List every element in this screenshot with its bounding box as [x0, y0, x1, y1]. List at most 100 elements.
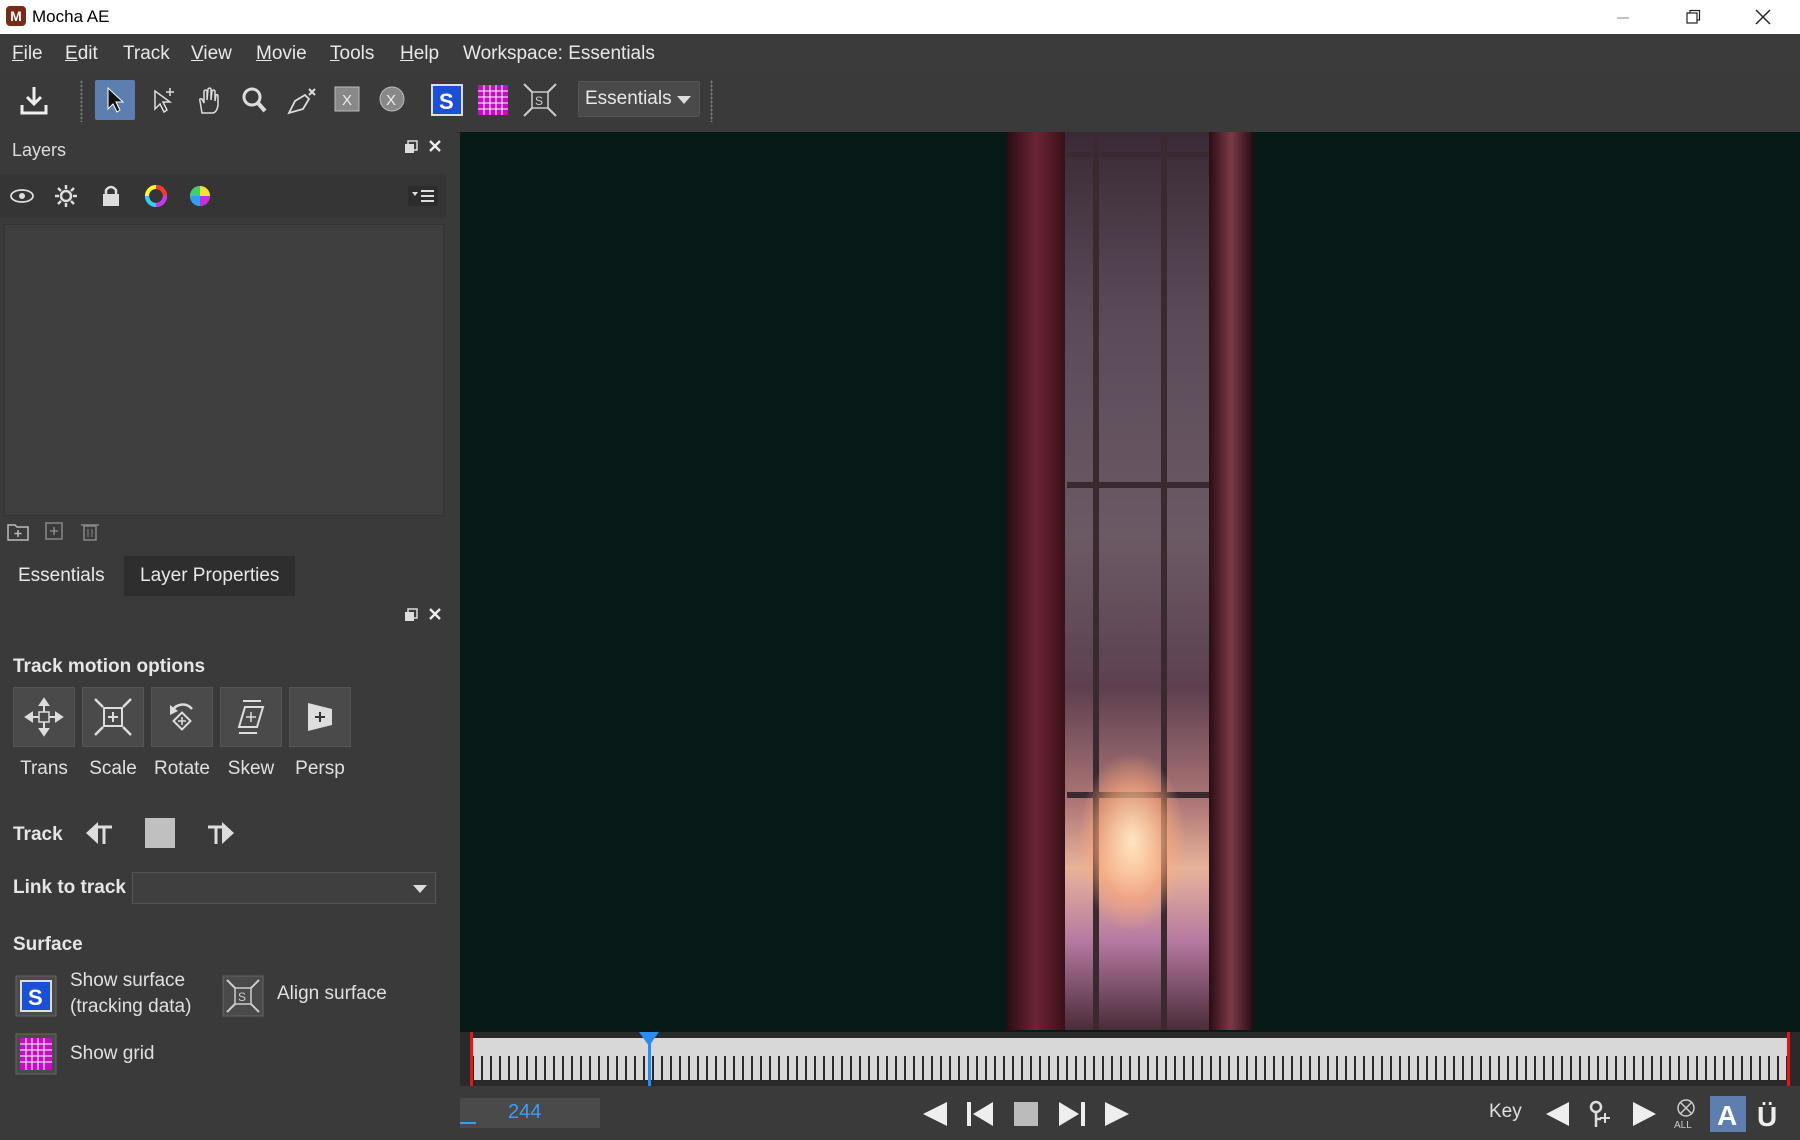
menu-movie[interactable]: Movie — [256, 43, 307, 65]
x-spline-tool-button[interactable]: X — [328, 80, 368, 120]
key-icon — [1589, 1100, 1610, 1127]
trans-label: Trans — [20, 758, 68, 779]
svg-text:S: S — [28, 985, 43, 1010]
frame-number-field[interactable]: 244 — [460, 1098, 600, 1128]
play-forward-button[interactable] — [1098, 1096, 1134, 1132]
persp-motion-button[interactable] — [289, 687, 351, 747]
timeline[interactable] — [460, 1032, 1800, 1086]
show-grid-button[interactable] — [14, 1032, 58, 1076]
link-to-track-select[interactable] — [132, 872, 436, 904]
select-add-tool-button[interactable] — [143, 80, 183, 120]
next-key-button[interactable] — [1626, 1096, 1662, 1132]
workspace-dropdown-value: Essentials — [585, 88, 672, 109]
gear-icon[interactable] — [54, 184, 78, 208]
tab-essentials[interactable]: Essentials — [2, 556, 121, 596]
menu-edit[interactable]: Edit — [65, 43, 98, 65]
out-point-marker[interactable] — [1787, 1032, 1790, 1086]
lock-icon[interactable] — [100, 184, 122, 208]
track-forward-icon[interactable] — [206, 818, 236, 848]
trans-motion-button[interactable] — [13, 687, 75, 747]
skew-label: Skew — [227, 758, 275, 779]
rotate-motion-button[interactable] — [151, 687, 213, 747]
rotate-label: Rotate — [154, 758, 210, 779]
zoom-tool-button[interactable] — [234, 80, 274, 120]
show-surface-toggle[interactable]: S — [427, 80, 467, 120]
align-surface-label: Align surface — [277, 983, 387, 1004]
new-folder-icon[interactable] — [6, 520, 30, 542]
float-panel-button[interactable] — [404, 608, 418, 627]
zoom-tool-icon — [242, 87, 267, 113]
chevron-down-icon — [413, 885, 427, 893]
track-backward-icon[interactable] — [84, 818, 114, 848]
prev-key-icon — [1546, 1102, 1569, 1126]
title-bar: M Mocha AE — [0, 0, 1800, 34]
in-point-marker[interactable] — [470, 1032, 473, 1086]
close-panel-button[interactable] — [427, 606, 443, 627]
close-panel-button[interactable] — [427, 138, 443, 159]
scale-motion-button[interactable] — [82, 687, 144, 747]
prev-key-button[interactable] — [1540, 1096, 1576, 1132]
play-backward-button[interactable] — [918, 1096, 954, 1132]
show-surface-button[interactable]: S — [14, 974, 58, 1018]
stop-button[interactable] — [1008, 1096, 1044, 1132]
viewer-canvas[interactable] — [460, 132, 1800, 1032]
float-icon — [405, 140, 418, 153]
scale-icon — [94, 698, 132, 736]
menu-file[interactable]: File — [12, 43, 43, 65]
play-forward-icon — [1105, 1102, 1129, 1126]
delete-all-keys-button[interactable]: ALL — [1668, 1096, 1704, 1132]
new-layer-icon[interactable] — [43, 520, 65, 542]
align-surface-button[interactable]: S — [221, 974, 265, 1018]
stop-track-button[interactable] — [145, 818, 175, 848]
color-wheel-icon[interactable] — [188, 184, 212, 208]
layers-toolbar — [0, 174, 446, 218]
hand-tool-button[interactable] — [188, 80, 228, 120]
close-window-button[interactable] — [1728, 0, 1798, 34]
skew-motion-button[interactable] — [220, 687, 282, 747]
close-icon — [429, 608, 441, 620]
menu-view[interactable]: View — [191, 43, 232, 65]
menu-track[interactable]: Track — [123, 43, 170, 65]
trash-icon[interactable] — [79, 520, 101, 542]
select-tool-button[interactable] — [95, 80, 135, 120]
persp-label: Persp — [295, 758, 345, 779]
minimize-button[interactable] — [1588, 0, 1658, 34]
step-forward-icon — [1059, 1102, 1085, 1126]
svg-text:S: S — [535, 94, 543, 108]
color-ring-icon[interactable] — [144, 184, 168, 208]
bezier-tool-button[interactable]: X — [373, 80, 413, 120]
align-surface-button[interactable]: S — [520, 80, 560, 120]
menu-workspace[interactable]: Workspace: Essentials — [463, 43, 655, 65]
perspective-icon — [308, 703, 332, 731]
update-key-button[interactable]: Ü — [1750, 1096, 1786, 1132]
menu-tools[interactable]: Tools — [330, 43, 374, 65]
video-frame — [1007, 132, 1253, 1030]
surface-toggle-icon: S — [431, 84, 463, 116]
scale-label: Scale — [89, 758, 137, 779]
float-panel-button[interactable] — [404, 140, 418, 159]
restore-button[interactable] — [1658, 0, 1728, 34]
playhead-handle[interactable] — [639, 1032, 659, 1046]
save-button[interactable] — [14, 80, 54, 120]
step-forward-button[interactable] — [1054, 1096, 1090, 1132]
auto-key-toggle[interactable]: A — [1710, 1096, 1746, 1132]
show-surface-sublabel: (tracking data) — [70, 996, 192, 1017]
show-grid-toggle[interactable] — [473, 80, 513, 120]
pen-tool-button[interactable] — [282, 80, 322, 120]
menu-help[interactable]: Help — [400, 43, 439, 65]
workspace-dropdown[interactable]: Essentials — [578, 81, 700, 117]
show-grid-label: Show grid — [70, 1043, 155, 1064]
step-backward-button[interactable] — [962, 1096, 998, 1132]
tab-layer-properties[interactable]: Layer Properties — [124, 556, 296, 596]
restore-icon — [1686, 9, 1701, 24]
layers-list[interactable] — [4, 224, 444, 516]
update-key-icon: Ü — [1757, 1101, 1777, 1129]
left-panel: Layers Essentials Layer Properties Track… — [0, 132, 456, 1140]
eye-icon[interactable] — [9, 186, 35, 206]
track-label: Track — [13, 824, 63, 845]
track-motion-title: Track motion options — [13, 656, 206, 677]
step-backward-icon — [967, 1102, 993, 1126]
add-key-button[interactable] — [1584, 1096, 1620, 1132]
layer-menu-icon[interactable] — [408, 186, 438, 206]
properties-tabbar: Essentials Layer Properties — [0, 556, 446, 596]
